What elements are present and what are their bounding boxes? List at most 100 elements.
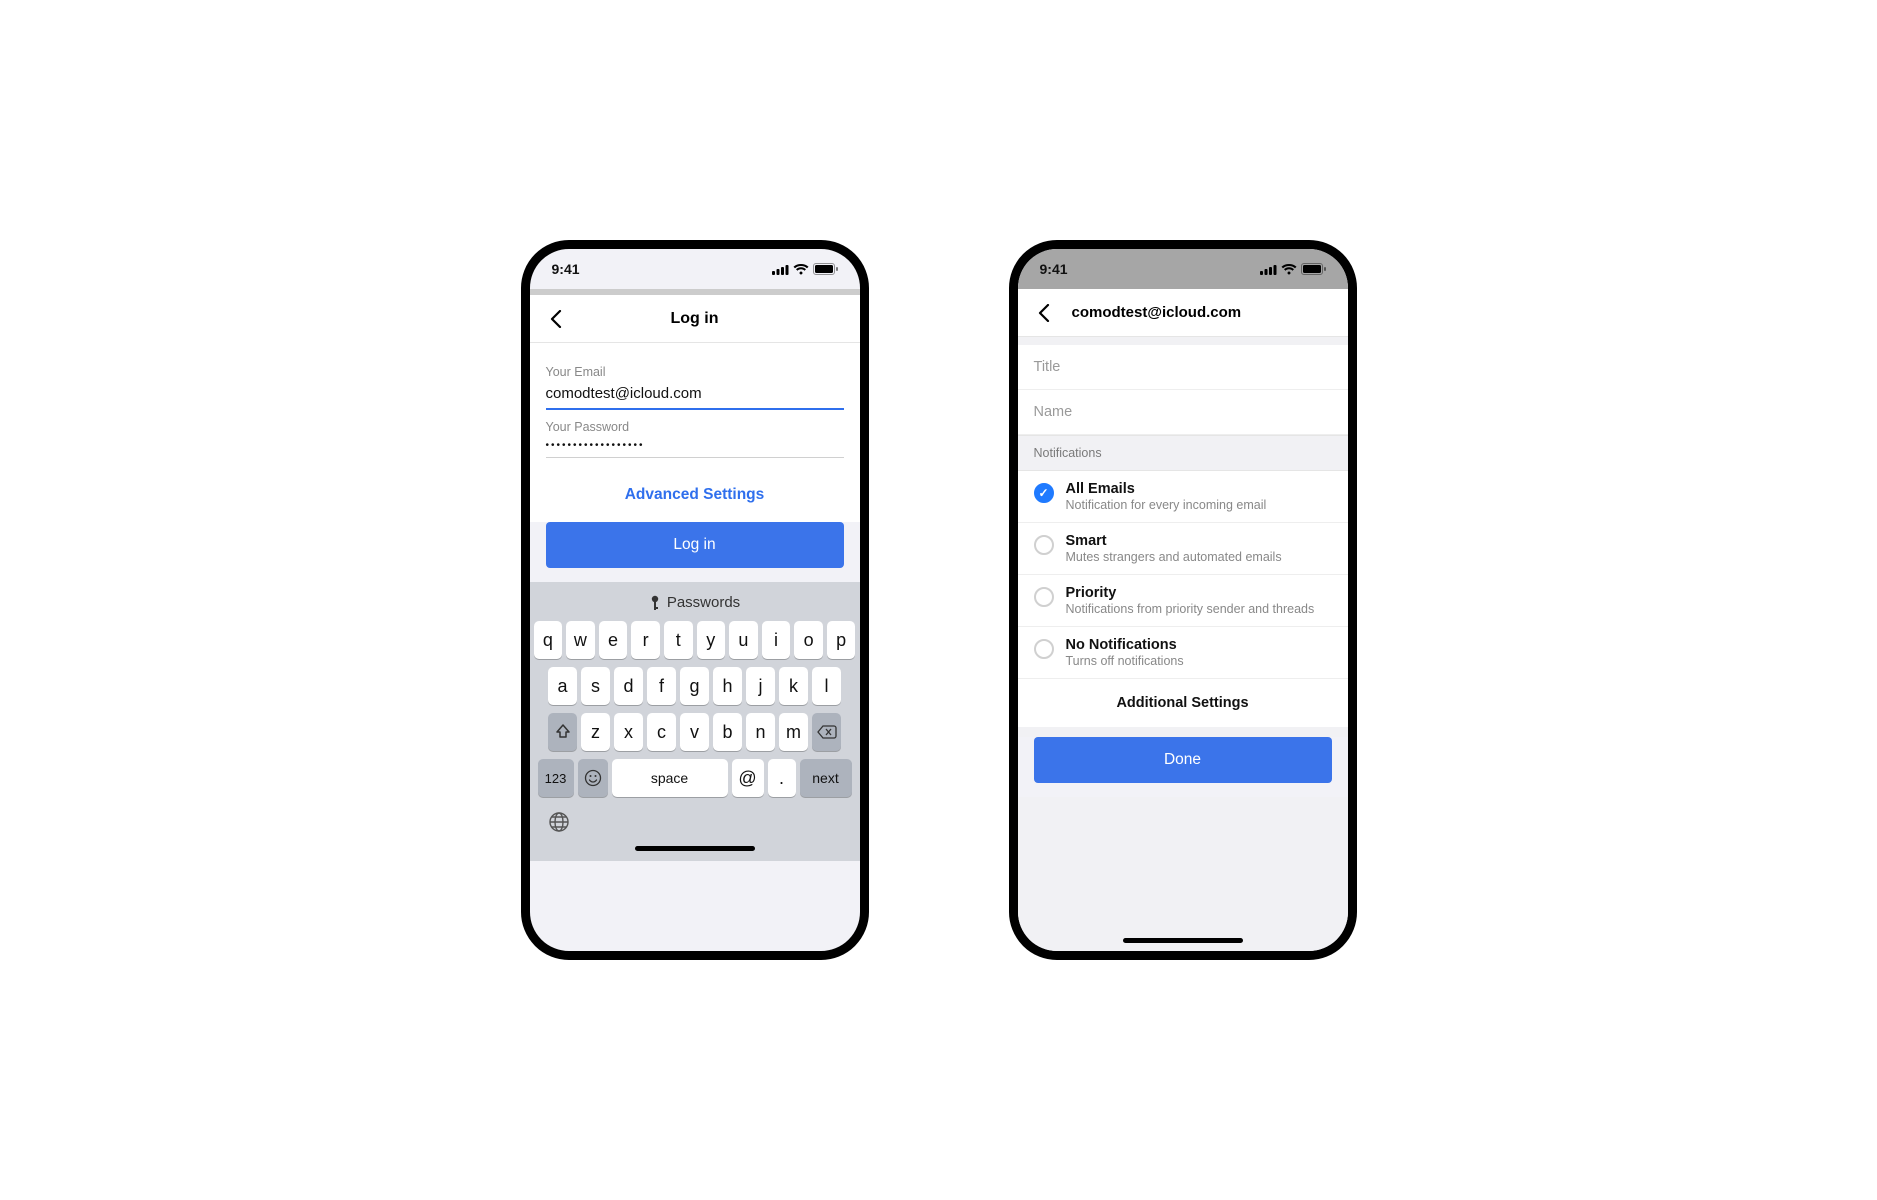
option-subtitle: Mutes strangers and automated emails [1066,550,1282,564]
login-button[interactable]: Log in [546,522,844,568]
option-subtitle: Notifications from priority sender and t… [1066,602,1315,616]
at-key[interactable]: @ [732,759,764,797]
option-title: Priority [1066,585,1315,601]
option-subtitle: Notification for every incoming email [1066,498,1267,512]
key-q[interactable]: q [534,621,563,659]
status-bar: 9:41 [1018,249,1348,289]
key-z[interactable]: z [581,713,610,751]
shift-icon [555,724,571,740]
option-title: No Notifications [1066,637,1184,653]
notification-option[interactable]: SmartMutes strangers and automated email… [1018,523,1348,575]
key-y[interactable]: y [697,621,726,659]
signal-icon [1260,264,1277,275]
dot-key[interactable]: . [768,759,796,797]
keyboard-row-3: zxcvbnm [534,713,856,751]
backspace-key[interactable] [812,713,841,751]
backspace-icon [817,725,837,739]
signal-icon [772,264,789,275]
wifi-icon [1281,264,1297,275]
key-w[interactable]: w [566,621,595,659]
key-s[interactable]: s [581,667,610,705]
key-n[interactable]: n [746,713,775,751]
separator [1018,727,1348,737]
next-key[interactable]: next [800,759,852,797]
key-a[interactable]: a [548,667,577,705]
key-p[interactable]: p [827,621,856,659]
key-icon [649,595,661,611]
key-o[interactable]: o [794,621,823,659]
key-j[interactable]: j [746,667,775,705]
key-f[interactable]: f [647,667,676,705]
key-x[interactable]: x [614,713,643,751]
navbar: Log in [530,295,860,343]
status-icons [1260,263,1326,275]
key-c[interactable]: c [647,713,676,751]
password-suggestion[interactable]: Passwords [534,588,856,621]
password-field[interactable]: •••••••••••••••••• [546,434,844,457]
home-indicator[interactable] [1123,938,1243,943]
wifi-icon [793,264,809,275]
numbers-key[interactable]: 123 [538,759,574,797]
email-label: Your Email [546,365,844,379]
title-field[interactable]: Title [1018,345,1348,390]
key-u[interactable]: u [729,621,758,659]
home-indicator[interactable] [635,846,755,851]
key-t[interactable]: t [664,621,693,659]
name-field[interactable]: Name [1018,390,1348,435]
key-d[interactable]: d [614,667,643,705]
battery-icon [1301,263,1326,275]
advanced-settings-link[interactable]: Advanced Settings [546,464,844,522]
phone-login: 9:41 Log in Your Email Your Password •••… [521,240,869,960]
key-l[interactable]: l [812,667,841,705]
key-i[interactable]: i [762,621,791,659]
status-icons [772,263,838,275]
option-title: Smart [1066,533,1282,549]
option-subtitle: Turns off notifications [1066,654,1184,668]
suggestion-text: Passwords [667,594,740,611]
password-label: Your Password [546,420,844,434]
keyboard: Passwords qwertyuiop asdfghjkl zxcvbnm 1… [530,582,860,861]
back-button[interactable] [1032,301,1056,325]
status-time: 9:41 [1040,261,1068,277]
page-title: comodtest@icloud.com [1072,304,1334,321]
battery-icon [813,263,838,275]
additional-settings-link[interactable]: Additional Settings [1018,679,1348,727]
email-field[interactable] [546,379,844,408]
chevron-left-icon [1038,304,1050,322]
chevron-left-icon [550,310,562,328]
key-h[interactable]: h [713,667,742,705]
space-key[interactable]: space [612,759,728,797]
key-r[interactable]: r [631,621,660,659]
separator [1018,337,1348,345]
key-g[interactable]: g [680,667,709,705]
emoji-icon [584,769,602,787]
notification-option[interactable]: No NotificationsTurns off notifications [1018,627,1348,679]
page-title: Log in [568,310,822,328]
back-button[interactable] [544,307,568,331]
email-underline [546,408,844,410]
key-v[interactable]: v [680,713,709,751]
keyboard-row-1: qwertyuiop [534,621,856,659]
key-m[interactable]: m [779,713,808,751]
navbar: comodtest@icloud.com [1018,289,1348,337]
notification-options: All EmailsNotification for every incomin… [1018,471,1348,679]
login-form: Your Email Your Password •••••••••••••••… [530,343,860,522]
background-fill [1018,797,1348,951]
option-title: All Emails [1066,481,1267,497]
shift-key[interactable] [548,713,577,751]
notification-option[interactable]: PriorityNotifications from priority send… [1018,575,1348,627]
phone-notifications: 9:41 comodtest@icloud.com Title Name Not… [1009,240,1357,960]
radio-unchecked-icon [1034,639,1054,659]
key-b[interactable]: b [713,713,742,751]
key-e[interactable]: e [599,621,628,659]
radio-unchecked-icon [1034,535,1054,555]
done-button[interactable]: Done [1034,737,1332,783]
notification-option[interactable]: All EmailsNotification for every incomin… [1018,471,1348,523]
globe-icon[interactable] [548,811,570,833]
password-underline [546,457,844,458]
notifications-header: Notifications [1018,435,1348,471]
emoji-key[interactable] [578,759,608,797]
key-k[interactable]: k [779,667,808,705]
status-bar: 9:41 [530,249,860,289]
keyboard-row-2: asdfghjkl [534,667,856,705]
